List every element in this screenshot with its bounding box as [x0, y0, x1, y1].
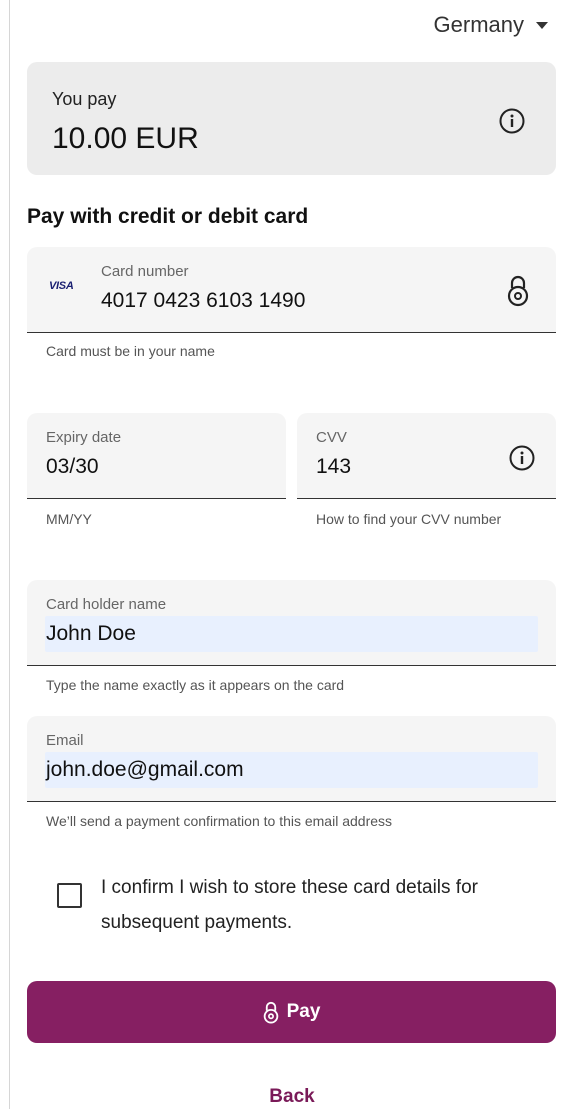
cvv-value[interactable]: 143: [316, 455, 351, 479]
cvv-info-icon[interactable]: [509, 445, 535, 471]
card-holder-label: Card holder name: [46, 596, 167, 613]
country-select[interactable]: Germany: [434, 12, 548, 38]
card-number-field[interactable]: VISA Card number 4017 0423 6103 1490: [27, 247, 556, 333]
pay-button-label: Pay: [286, 1001, 321, 1022]
email-hint: We’ll send a payment confirmation to thi…: [46, 813, 393, 829]
payment-amount: 10.00 EUR: [52, 122, 199, 155]
cvv-label: CVV: [316, 429, 347, 446]
cvv-field[interactable]: CVV 143: [297, 413, 556, 499]
expiry-date-value[interactable]: 03/30: [46, 455, 99, 479]
store-card-label: I confirm I wish to store these card det…: [101, 877, 478, 933]
you-pay-label: You pay: [52, 89, 117, 109]
section-title: Pay with credit or debit card: [27, 205, 309, 228]
visa-logo: VISA: [49, 280, 74, 292]
back-link[interactable]: Back: [0, 1086, 564, 1108]
expiry-date-field[interactable]: Expiry date 03/30: [27, 413, 286, 499]
lock-icon: [263, 1001, 278, 1024]
card-number-hint: Card must be in your name: [46, 343, 215, 359]
card-holder-hint: Type the name exactly as it appears on t…: [46, 677, 345, 693]
info-icon[interactable]: [499, 108, 525, 134]
country-label: Germany: [433, 12, 524, 37]
card-number-value[interactable]: 4017 0423 6103 1490: [101, 289, 305, 313]
lock-icon: [507, 275, 529, 307]
email-value[interactable]: john.doe@gmail.com: [46, 758, 244, 782]
frame-divider: [9, 0, 10, 1109]
card-holder-field[interactable]: Card holder name John Doe: [27, 580, 556, 666]
pay-button[interactable]: Pay: [27, 981, 556, 1043]
store-card-checkbox[interactable]: [57, 883, 82, 908]
email-field[interactable]: Email john.doe@gmail.com: [27, 716, 556, 802]
expiry-date-label: Expiry date: [46, 429, 122, 446]
card-number-label: Card number: [101, 263, 189, 280]
card-holder-value[interactable]: John Doe: [46, 622, 136, 646]
chevron-down-icon: [536, 21, 548, 29]
cvv-hint[interactable]: How to find your CVV number: [316, 510, 516, 528]
expiry-date-hint: MM/YY: [46, 511, 92, 527]
email-label: Email: [46, 732, 84, 749]
payment-summary: You pay 10.00 EUR: [27, 62, 556, 175]
